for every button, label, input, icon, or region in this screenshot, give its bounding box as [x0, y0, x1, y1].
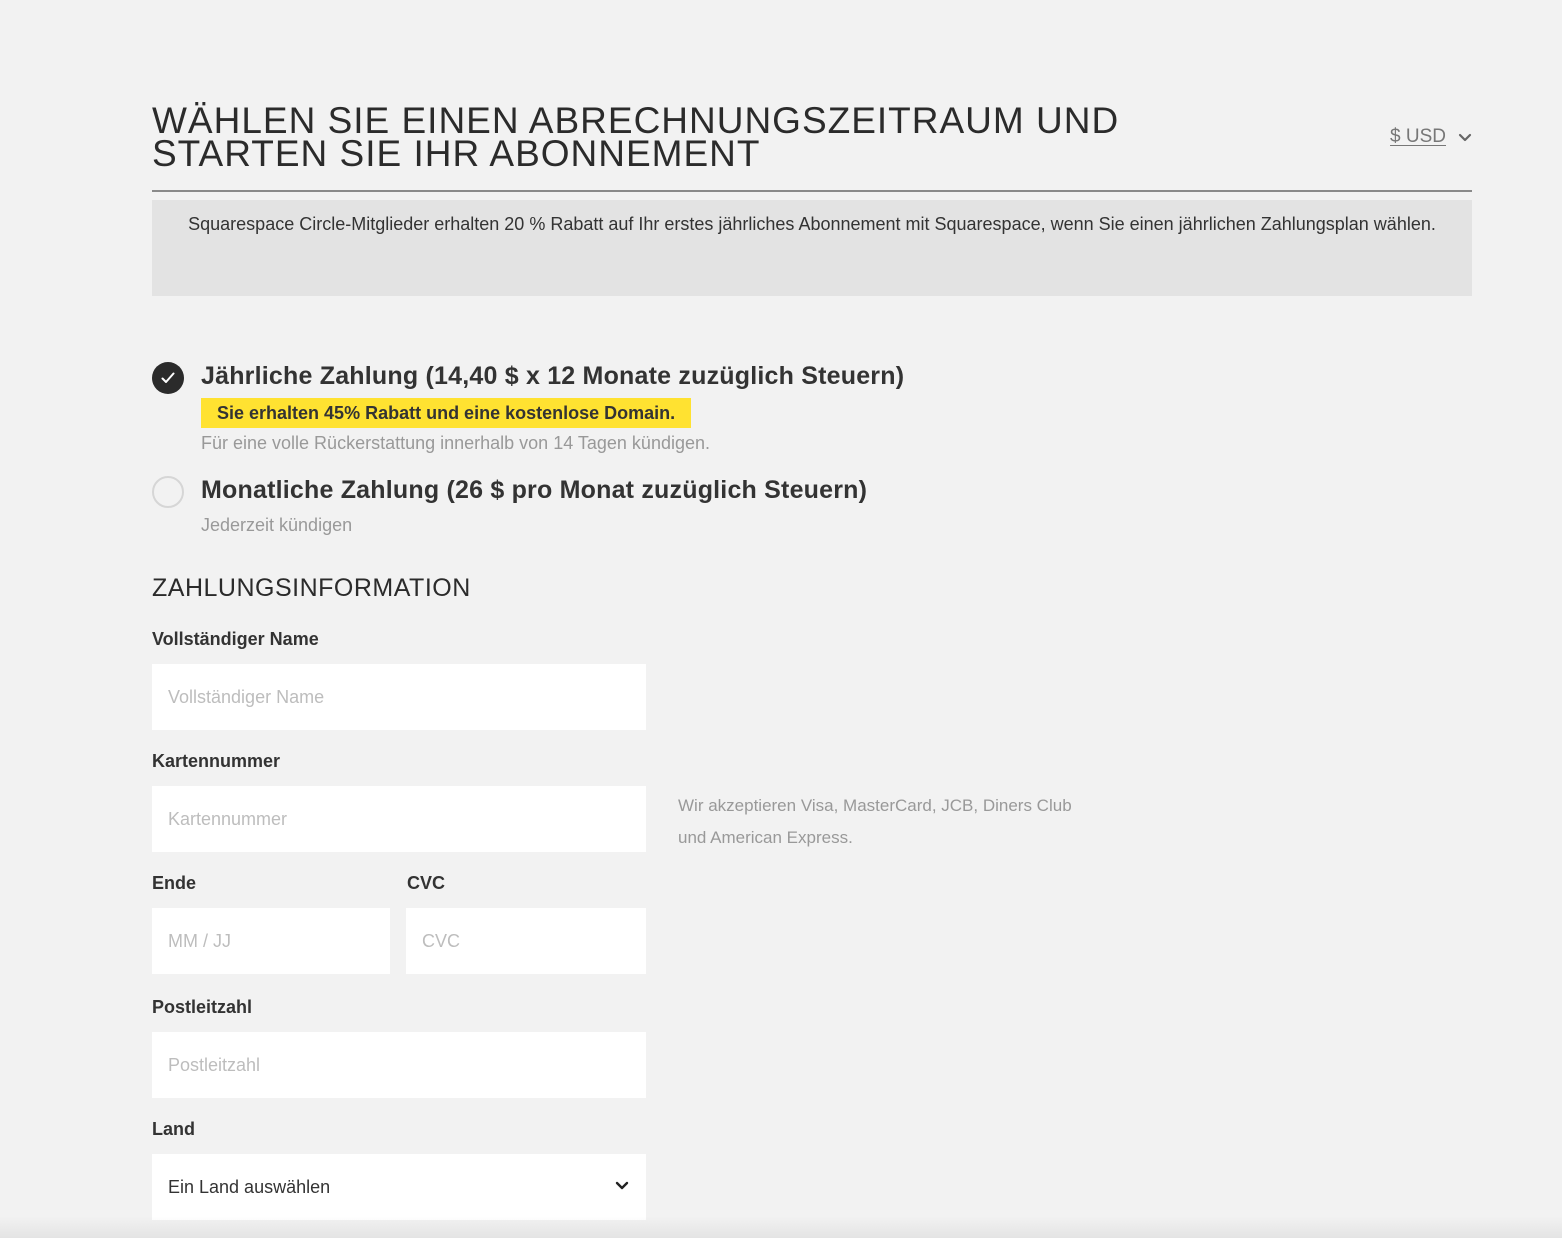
page-title: WÄHLEN SIE EINEN ABRECHNUNGSZEITRAUM UND…: [152, 100, 1120, 174]
full-name-input[interactable]: [152, 664, 646, 730]
country-select[interactable]: Ein Land auswählen: [152, 1154, 646, 1220]
full-name-label: Vollständiger Name: [152, 629, 319, 649]
check-icon: [161, 372, 175, 383]
billing-option-annual-title[interactable]: Jährliche Zahlung (14,40 $ x 12 Monate z…: [201, 362, 904, 391]
postal-code-label: Postleitzahl: [152, 997, 253, 1017]
chevron-down-icon[interactable]: [614, 1177, 630, 1198]
billing-option-monthly-title[interactable]: Monatliche Zahlung (26 $ pro Monat zuzüg…: [201, 476, 867, 505]
country-select-value[interactable]: Ein Land auswählen: [168, 1177, 330, 1198]
discount-highlight: Sie erhalten 45% Rabatt und eine kostenl…: [201, 398, 692, 428]
card-number-input[interactable]: [152, 786, 646, 852]
billing-option-annual-note: Für eine volle Rückerstattung innerhalb …: [201, 433, 711, 453]
currency-label[interactable]: $ USD: [1390, 126, 1446, 148]
page-header: WÄHLEN SIE EINEN ABRECHNUNGSZEITRAUM UND…: [152, 100, 1472, 192]
country-label: Land: [152, 1119, 195, 1139]
expiry-input[interactable]: [152, 908, 390, 974]
card-number-label: Kartennummer: [152, 751, 281, 771]
radio-annual[interactable]: [152, 362, 184, 394]
currency-selector[interactable]: $ USD: [1390, 126, 1472, 148]
accepted-cards-help: Wir akzeptieren Visa, MasterCard, JCB, D…: [678, 796, 1072, 847]
circle-promo-banner: Squarespace Circle-Mitglieder erhalten 2…: [152, 200, 1472, 296]
radio-monthly[interactable]: [152, 476, 184, 508]
postal-code-input[interactable]: [152, 1032, 646, 1098]
expiry-label: Ende: [152, 873, 197, 893]
payment-section-title: ZAHLUNGSINFORMATION: [152, 574, 471, 602]
billing-option-monthly-note: Jederzeit kündigen: [201, 515, 353, 535]
chevron-down-icon[interactable]: [1458, 130, 1472, 144]
cvc-input[interactable]: [406, 908, 646, 974]
cvc-label: CVC: [407, 873, 446, 893]
